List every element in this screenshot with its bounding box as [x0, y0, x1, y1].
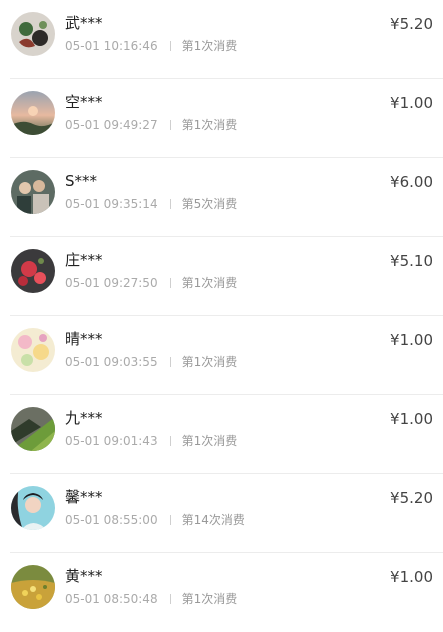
list-item[interactable]: 空*** 05-01 09:49:27 第1次消费 ¥1.00: [0, 79, 443, 158]
avatar: [11, 12, 55, 56]
divider: [169, 278, 171, 288]
avatar: [11, 565, 55, 609]
divider: [169, 199, 171, 209]
record-time: 05-01 09:03:55: [65, 355, 158, 369]
avatar: [11, 407, 55, 451]
record-time: 05-01 08:50:48: [65, 592, 158, 606]
record-meta: 05-01 09:03:55 第1次消费: [65, 354, 237, 370]
customer-name: S***: [65, 172, 98, 190]
list-item[interactable]: 馨*** 05-01 08:55:00 第14次消费 ¥5.20: [0, 474, 443, 553]
list-item[interactable]: 武*** 05-01 10:16:46 第1次消费 ¥5.20: [0, 0, 443, 79]
purchase-count: 第1次消费: [181, 118, 238, 132]
purchase-count: 第1次消费: [181, 592, 238, 606]
avatar: [11, 328, 55, 372]
customer-name: 武***: [65, 14, 103, 32]
record-meta: 05-01 09:01:43 第1次消费: [65, 433, 237, 449]
avatar: [11, 486, 55, 530]
divider: [169, 515, 171, 525]
avatar: [11, 170, 55, 214]
list-item[interactable]: 黄*** 05-01 08:50:48 第1次消费 ¥1.00: [0, 553, 443, 632]
customer-name: 九***: [65, 409, 103, 427]
purchase-count: 第1次消费: [181, 355, 238, 369]
list-item[interactable]: S*** 05-01 09:35:14 第5次消费 ¥6.00: [0, 158, 443, 237]
record-meta: 05-01 09:27:50 第1次消费: [65, 275, 237, 291]
divider: [169, 436, 171, 446]
list-item[interactable]: 九*** 05-01 09:01:43 第1次消费 ¥1.00: [0, 395, 443, 474]
purchase-count: 第1次消费: [181, 434, 238, 448]
consumption-record-list: 武*** 05-01 10:16:46 第1次消费 ¥5.20 空*** 05-0…: [0, 0, 443, 632]
avatar: [11, 91, 55, 135]
amount: ¥5.20: [390, 15, 433, 33]
customer-name: 黄***: [65, 567, 103, 585]
divider: [169, 594, 171, 604]
record-time: 05-01 09:35:14: [65, 197, 158, 211]
record-meta: 05-01 08:55:00 第14次消费: [65, 512, 245, 528]
record-time: 05-01 09:01:43: [65, 434, 158, 448]
purchase-count: 第1次消费: [181, 39, 238, 53]
record-time: 05-01 10:16:46: [65, 39, 158, 53]
record-time: 05-01 09:49:27: [65, 118, 158, 132]
record-meta: 05-01 10:16:46 第1次消费: [65, 38, 237, 54]
customer-name: 空***: [65, 93, 103, 111]
record-meta: 05-01 09:49:27 第1次消费: [65, 117, 237, 133]
amount: ¥5.10: [390, 252, 433, 270]
amount: ¥5.20: [390, 489, 433, 507]
customer-name: 晴***: [65, 330, 103, 348]
purchase-count: 第5次消费: [181, 197, 238, 211]
avatar: [11, 249, 55, 293]
list-item[interactable]: 晴*** 05-01 09:03:55 第1次消费 ¥1.00: [0, 316, 443, 395]
purchase-count: 第14次消费: [181, 513, 245, 527]
divider: [169, 41, 171, 51]
record-meta: 05-01 08:50:48 第1次消费: [65, 591, 237, 607]
customer-name: 馨***: [65, 488, 103, 506]
record-time: 05-01 09:27:50: [65, 276, 158, 290]
amount: ¥1.00: [390, 410, 433, 428]
amount: ¥1.00: [390, 331, 433, 349]
record-meta: 05-01 09:35:14 第5次消费: [65, 196, 237, 212]
record-time: 05-01 08:55:00: [65, 513, 158, 527]
amount: ¥6.00: [390, 173, 433, 191]
amount: ¥1.00: [390, 568, 433, 586]
list-item[interactable]: 庄*** 05-01 09:27:50 第1次消费 ¥5.10: [0, 237, 443, 316]
divider: [169, 357, 171, 367]
purchase-count: 第1次消费: [181, 276, 238, 290]
amount: ¥1.00: [390, 94, 433, 112]
divider: [169, 120, 171, 130]
customer-name: 庄***: [65, 251, 103, 269]
